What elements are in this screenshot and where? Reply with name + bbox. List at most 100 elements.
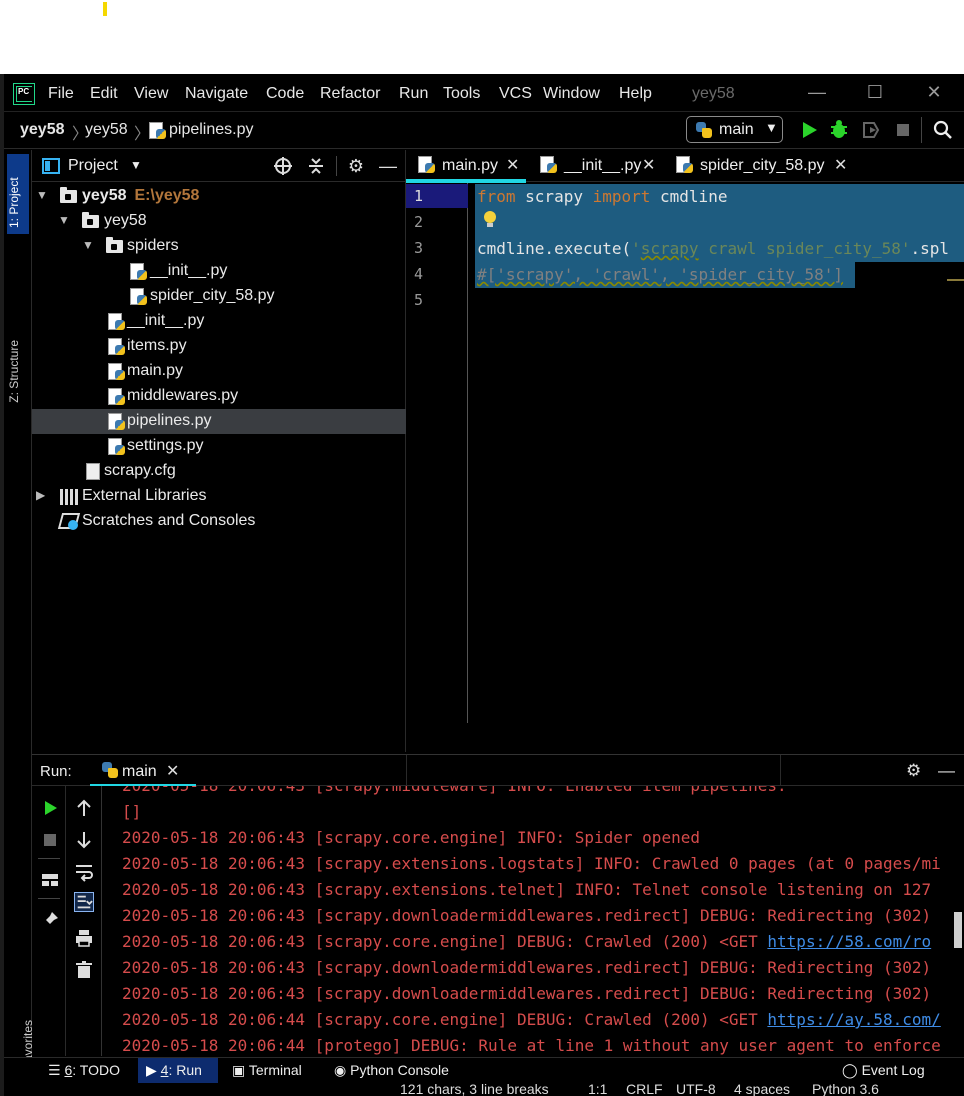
hide-panel-icon[interactable]: — bbox=[938, 761, 955, 781]
menu-run[interactable]: Run bbox=[399, 85, 428, 103]
tree-item-package[interactable]: ▼ yey58 bbox=[32, 209, 406, 234]
menu-edit[interactable]: Edit bbox=[90, 85, 118, 103]
line-number: 3 bbox=[414, 239, 424, 257]
structure-tool-tab[interactable]: Z: Structure bbox=[7, 340, 21, 403]
project-panel-title[interactable]: Project bbox=[68, 157, 118, 175]
tab-main-py[interactable]: main.py ✕ bbox=[406, 150, 526, 183]
breadcrumb-module[interactable]: yey58 bbox=[85, 121, 128, 139]
python-icon bbox=[696, 122, 712, 138]
menu-help[interactable]: Help bbox=[619, 85, 652, 103]
console-line: 2020-05-18 20:06:43 [scrapy.extensions.t… bbox=[122, 880, 932, 899]
tree-item-spiders[interactable]: ▼ spiders bbox=[32, 234, 406, 259]
search-everywhere-icon[interactable] bbox=[932, 119, 954, 141]
close-tab-icon[interactable]: ✕ bbox=[642, 155, 655, 175]
console-link[interactable]: https://ay.58.com/ bbox=[767, 1010, 940, 1029]
status-line-separator[interactable]: CRLF bbox=[626, 1083, 663, 1096]
locate-file-icon[interactable] bbox=[273, 156, 293, 176]
menu-window[interactable]: Window bbox=[543, 85, 600, 103]
status-encoding[interactable]: UTF-8 bbox=[676, 1083, 716, 1096]
run-tool-tab[interactable]: ▶ 4: Run bbox=[138, 1058, 218, 1084]
run-panel-title: Run: bbox=[40, 763, 72, 780]
tree-item-label: yey58 bbox=[104, 212, 147, 229]
code-area[interactable]: from scrapy import cmdline cmdline.execu… bbox=[469, 183, 964, 723]
console-scrollbar[interactable] bbox=[954, 912, 962, 948]
event-log-icon: ◯ bbox=[842, 1062, 862, 1078]
project-tool-tab[interactable]: 1: Project bbox=[7, 154, 29, 234]
tree-item-file[interactable]: settings.py bbox=[32, 434, 406, 459]
maximize-button[interactable]: ☐ bbox=[860, 82, 890, 104]
tree-item-project-root[interactable]: ▼ yey58 E:\yey58 bbox=[32, 184, 406, 209]
menu-refactor[interactable]: Refactor bbox=[320, 85, 380, 103]
tree-item-file[interactable]: spider_city_58.py bbox=[32, 284, 406, 309]
tab-spider-city-58-py[interactable]: spider_city_58.py ✕ bbox=[664, 150, 854, 182]
scratches-icon bbox=[60, 513, 78, 531]
tree-item-file[interactable]: scrapy.cfg bbox=[32, 459, 406, 484]
tree-item-file[interactable]: main.py bbox=[32, 359, 406, 384]
python-file-icon bbox=[149, 122, 167, 140]
print-icon[interactable] bbox=[74, 928, 94, 948]
tree-item-file[interactable]: middlewares.py bbox=[32, 384, 406, 409]
expand-arrow-icon[interactable]: ▼ bbox=[58, 213, 70, 227]
minimize-button[interactable]: — bbox=[802, 82, 832, 104]
lightbulb-icon[interactable] bbox=[483, 211, 497, 229]
expand-arrow-icon[interactable]: ▼ bbox=[36, 188, 48, 202]
console-output[interactable]: 2020-05-18 20:06:43 [scrapy.middleware] … bbox=[102, 786, 964, 1056]
tab-init-py[interactable]: __init__.py ✕ bbox=[528, 150, 662, 182]
gear-icon[interactable]: ⚙ bbox=[346, 156, 366, 176]
debug-icon[interactable] bbox=[828, 119, 850, 141]
breadcrumb-file[interactable]: pipelines.py bbox=[169, 121, 254, 139]
close-tab-icon[interactable]: ✕ bbox=[506, 155, 519, 175]
close-tab-icon[interactable]: ✕ bbox=[834, 155, 847, 175]
menu-file[interactable]: File bbox=[48, 85, 74, 103]
stop-icon[interactable] bbox=[892, 119, 914, 141]
expand-arrow-icon[interactable]: ▶ bbox=[36, 488, 45, 502]
menu-navigate[interactable]: Navigate bbox=[185, 85, 248, 103]
tree-item-file[interactable]: items.py bbox=[32, 334, 406, 359]
python-console-tab[interactable]: ◉ Python Console bbox=[334, 1062, 449, 1079]
breadcrumb-project[interactable]: yey58 bbox=[20, 121, 65, 139]
gear-icon[interactable]: ⚙ bbox=[906, 761, 921, 781]
list-icon: ☰ bbox=[48, 1062, 65, 1078]
menu-tools[interactable]: Tools bbox=[443, 85, 480, 103]
hide-panel-icon[interactable]: — bbox=[378, 156, 398, 176]
trash-icon[interactable] bbox=[74, 960, 94, 980]
chevron-down-icon[interactable]: ▼ bbox=[130, 158, 142, 172]
tree-item-label: __init__.py bbox=[150, 262, 228, 279]
menu-view[interactable]: View bbox=[134, 85, 168, 103]
close-tab-icon[interactable]: ✕ bbox=[166, 761, 179, 781]
tree-item-file[interactable]: __init__.py bbox=[32, 259, 406, 284]
rerun-icon[interactable] bbox=[40, 798, 60, 818]
tree-item-external-libraries[interactable]: ▶ External Libraries bbox=[32, 484, 406, 509]
expand-arrow-icon[interactable]: ▼ bbox=[82, 238, 94, 252]
console-line: 2020-05-18 20:06:44 [protego] DEBUG: Rul… bbox=[122, 1036, 941, 1055]
tree-item-file[interactable]: __init__.py bbox=[32, 309, 406, 334]
tree-item-label: spiders bbox=[127, 237, 179, 254]
layout-icon[interactable] bbox=[40, 870, 60, 890]
coverage-icon[interactable] bbox=[860, 119, 882, 141]
event-log-tab[interactable]: ◯ Event Log bbox=[842, 1062, 925, 1079]
collapse-all-icon[interactable] bbox=[306, 156, 326, 176]
stop-icon[interactable] bbox=[40, 830, 60, 850]
arrow-up-icon[interactable] bbox=[74, 798, 94, 818]
close-button[interactable]: ✕ bbox=[919, 82, 949, 104]
console-link[interactable]: https://58.com/ro bbox=[767, 932, 931, 951]
scroll-to-end-icon[interactable] bbox=[74, 892, 94, 912]
tree-item-scratches[interactable]: Scratches and Consoles bbox=[32, 509, 406, 534]
status-indent[interactable]: 4 spaces bbox=[734, 1083, 790, 1096]
soft-wrap-icon[interactable] bbox=[74, 862, 94, 882]
pin-icon[interactable] bbox=[40, 910, 60, 930]
run-tab-main[interactable]: main ✕ bbox=[90, 755, 196, 788]
tree-item-file-selected[interactable]: pipelines.py bbox=[32, 409, 406, 434]
status-interpreter[interactable]: Python 3.6 bbox=[812, 1083, 879, 1096]
arrow-down-icon[interactable] bbox=[74, 830, 94, 850]
status-caret-position[interactable]: 1:1 bbox=[588, 1083, 607, 1096]
menu-vcs[interactable]: VCS bbox=[499, 85, 532, 103]
todo-tab[interactable]: ☰ 6: TODO bbox=[48, 1062, 120, 1079]
terminal-tab[interactable]: ▣ Terminal bbox=[232, 1062, 302, 1079]
run-config-selector[interactable]: main ▼ bbox=[686, 116, 783, 143]
python-console-icon: ◉ bbox=[334, 1062, 351, 1078]
tree-item-label: settings.py bbox=[127, 437, 204, 454]
menu-code[interactable]: Code bbox=[266, 85, 304, 103]
run-icon[interactable] bbox=[798, 119, 820, 141]
ide-window: File Edit View Navigate Code Refactor Ru… bbox=[4, 74, 964, 1096]
